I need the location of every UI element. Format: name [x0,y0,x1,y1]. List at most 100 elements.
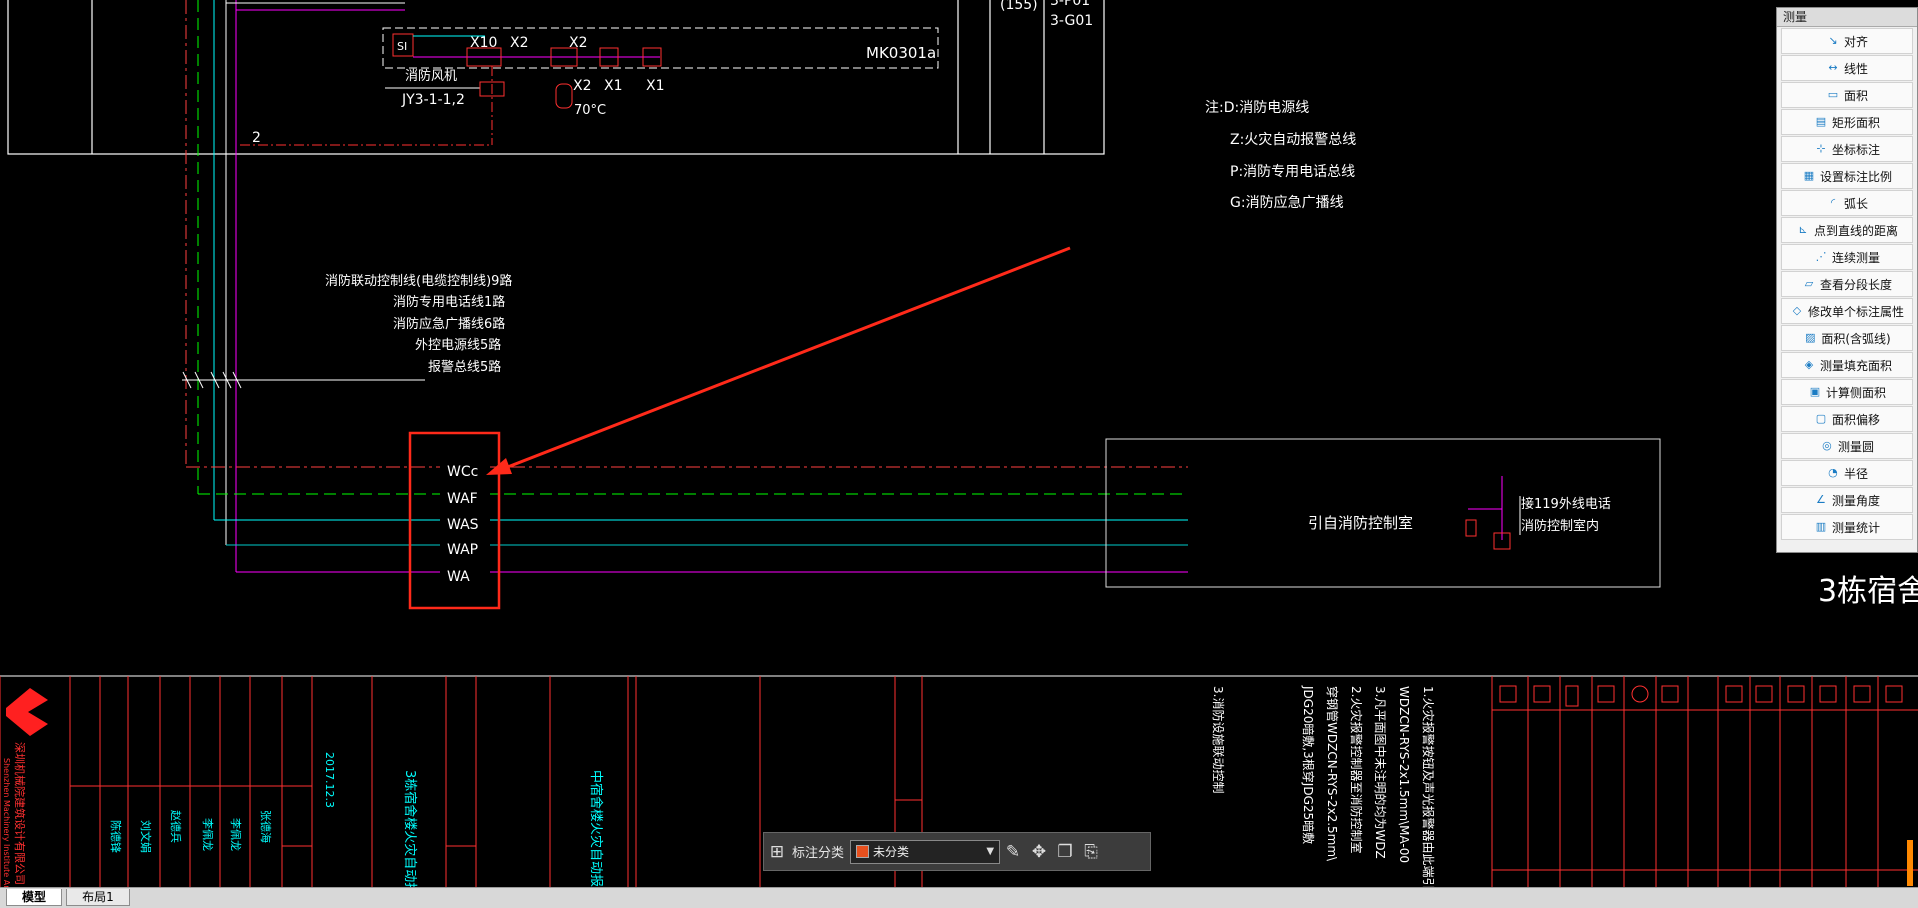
measure-item-label: 测量统计 [1831,520,1880,535]
fan-name: 消防风机 [405,68,457,84]
circle-icon: ◎ [1822,439,1832,452]
measure-item-label: 面积 [1843,88,1868,103]
measure-item-15[interactable]: ◎ 测量圆 [1781,433,1913,459]
control-room-box [1105,438,1661,588]
legend-text: JDG20暗敷,3根穿JDG25暗敷 [1301,685,1316,844]
measure-item-5[interactable]: ▦ 设置标注比例 [1781,163,1913,189]
cable-note: 报警总线5路 [428,359,501,375]
note-line: G:消防应急广播线 [1230,194,1344,211]
company-name: 深圳机械院建筑设计有限公司 [13,742,27,885]
cable-code: WCc [447,464,478,480]
scale-icon: ▦ [1803,169,1815,182]
tab-model[interactable]: 模型 [6,889,62,906]
si-label: SI [397,40,407,53]
classification-value: 未分类 [873,845,910,859]
callout-arrow [486,246,1071,475]
copy-icon[interactable]: ❐ [1052,839,1078,865]
tab-layout1[interactable]: 布局1 [66,889,130,906]
measure-item-8[interactable]: ⋰ 连续测量 [1781,244,1913,270]
signer-name: 赵德兵 [169,810,183,843]
measure-item-1[interactable]: ↔ 线性 [1781,55,1913,81]
measure-item-label: 面积偏移 [1831,412,1880,427]
note-line: P:消防专用电话总线 [1230,164,1355,180]
edit-dim-icon: ◇ [1792,304,1802,317]
edit-icon[interactable]: ✎ [1000,839,1026,865]
fill-area-icon: ◈ [1804,358,1814,371]
upper-frame [7,0,1105,155]
arc-area-icon: ▨ [1805,331,1816,344]
measure-item-16[interactable]: ◔ 半径 [1781,460,1913,486]
measure-item-3[interactable]: ▤ 矩形面积 [1781,109,1913,135]
measure-item-18[interactable]: ▥ 测量统计 [1781,514,1913,540]
annotation-classification-toolbar: ⊞ 标注分类 未分类 ▼ ✎ ✥ ❐ ⎘ [763,832,1151,871]
scrollbar-thumb[interactable] [1907,840,1913,886]
phone-label: 消防控制室内 [1521,518,1599,534]
measure-item-10[interactable]: ◇ 修改单个标注属性 [1781,298,1913,324]
signer-name: 张德海 [259,810,273,843]
cable-note: 消防应急广播线6路 [393,316,505,332]
area-icon: ▭ [1827,88,1839,101]
control-room-label: 引自消防控制室 [1308,514,1413,532]
header-tag: (155) [1000,0,1038,13]
header-tag: 3-G01 [1050,13,1093,29]
paste-icon[interactable]: ⎘ [1078,839,1104,865]
grid-apps-icon[interactable]: ⊞ [764,839,790,865]
category-color-swatch [856,845,870,858]
measure-item-label: 半径 [1843,466,1868,481]
horizontal-runs [186,466,1188,573]
arc-length-icon: ◜ [1830,196,1836,209]
x2-label: X2 [573,78,592,94]
measure-panel-title: 测量 [1777,8,1917,27]
segment-length-icon: ▱ [1804,277,1814,290]
measure-item-label: 矩形面积 [1831,115,1880,130]
x10-label: X10 [470,35,497,51]
signer-name: 李佩龙 [229,818,243,851]
signer-name: 陈德锋 [109,820,123,853]
measure-item-4[interactable]: ⊹ 坐标标注 [1781,136,1913,162]
cable-note: 消防专用电话线1路 [393,294,505,310]
phone-label: 接119外线电话 [1521,496,1611,512]
measure-item-7[interactable]: ⊾ 点到直线的距离 [1781,217,1913,243]
measure-item-17[interactable]: ∠ 测量角度 [1781,487,1913,513]
measure-item-label: 面积(含弧线) [1821,331,1891,346]
x2-label: X2 [510,35,529,51]
cad-drawing-canvas[interactable]: (155) 3-P01 3-G01 MK0301a SI X10 X2 X2 消… [0,0,1918,907]
module-label: MK0301a [866,44,936,62]
measure-item-0[interactable]: ↘ 对齐 [1781,28,1913,54]
header-tag: 3-P01 [1050,0,1090,9]
measure-item-13[interactable]: ▣ 计算侧面积 [1781,379,1913,405]
x2-label: X2 [569,35,588,51]
stats-icon: ▥ [1815,520,1827,533]
measure-item-label: 对齐 [1843,34,1868,49]
measure-item-6[interactable]: ◜ 弧长 [1781,190,1913,216]
measure-item-label: 线性 [1843,61,1868,76]
signer-name: 刘文娟 [139,820,153,853]
measure-item-11[interactable]: ▨ 面积(含弧线) [1781,325,1913,351]
line-index: 2 [252,130,261,146]
classification-select[interactable]: 未分类 ▼ [850,839,1001,864]
x1-label: X1 [604,78,623,94]
linear-measure-icon: ↔ [1828,61,1838,74]
cable-code: WA [447,569,470,585]
temp-label: 70°C [574,103,606,118]
layout-tab-bar: 模型 布局1 [0,887,1918,908]
measure-item-12[interactable]: ◈ 测量填充面积 [1781,352,1913,378]
cable-note: 消防联动控制线(电缆控制线)9路 [325,273,512,289]
measure-item-label: 测量角度 [1831,493,1880,508]
signer-name: 李佩龙 [201,818,215,851]
building-title: 3栋宿舍楼火 [1818,574,1918,609]
measure-item-9[interactable]: ▱ 查看分段长度 [1781,271,1913,297]
point-line-icon: ⊾ [1798,223,1808,236]
side-area-icon: ▣ [1809,385,1821,398]
align-measure-icon: ↘ [1828,34,1838,47]
legend-text: 穿钢管WDZCN-RYS-2x2.5mm\ [1325,686,1340,862]
coordinate-icon: ⊹ [1816,142,1826,155]
continuous-measure-icon: ⋰ [1815,250,1827,263]
measure-item-14[interactable]: ▢ 面积偏移 [1781,406,1913,432]
measure-item-label: 查看分段长度 [1819,277,1892,292]
legend-text: WDZCN-RYS-2x1.5mm\MA-00 [1397,686,1411,863]
measure-item-2[interactable]: ▭ 面积 [1781,82,1913,108]
move-icon[interactable]: ✥ [1026,839,1052,865]
legend-text: 2.火灾报警控制器至消防控制室 [1349,686,1364,853]
cable-code: WAP [447,542,478,558]
